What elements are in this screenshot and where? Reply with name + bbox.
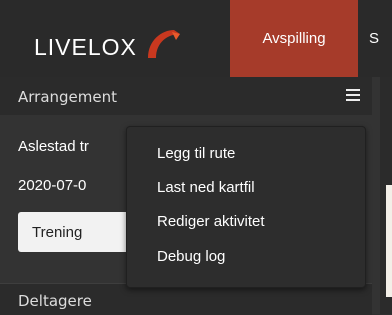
menu-item-last-ned-kartfil[interactable]: Last ned kartfil xyxy=(157,179,255,196)
context-menu: Legg til rute Last ned kartfil Rediger a… xyxy=(126,126,366,288)
logo-arc-icon xyxy=(148,30,180,58)
event-name: Aslestad tr xyxy=(18,138,89,155)
map-edge xyxy=(380,77,392,314)
hamburger-icon[interactable] xyxy=(346,89,360,101)
tab-next-label: S xyxy=(369,30,380,47)
arrangement-header: Arrangement xyxy=(0,77,372,115)
logo-text: LIVELOX xyxy=(34,34,137,60)
menu-item-legg-til-rute[interactable]: Legg til rute xyxy=(157,145,235,162)
menu-item-rediger-aktivitet[interactable]: Rediger aktivitet xyxy=(157,213,265,230)
tab-avspilling[interactable]: Avspilling xyxy=(230,0,358,77)
map-preview[interactable] xyxy=(386,185,392,297)
tab-next[interactable]: S xyxy=(369,0,379,77)
participants-title: Deltagere xyxy=(18,292,92,310)
arrangement-title: Arrangement xyxy=(18,88,118,106)
class-select-value: Trening xyxy=(32,223,83,241)
tab-avspilling-label: Avspilling xyxy=(262,30,326,47)
event-date: 2020-07-0 xyxy=(18,177,87,194)
menu-item-debug-log[interactable]: Debug log xyxy=(157,248,225,265)
top-navigation-bar: LIVELOX Avspilling S xyxy=(0,0,392,77)
